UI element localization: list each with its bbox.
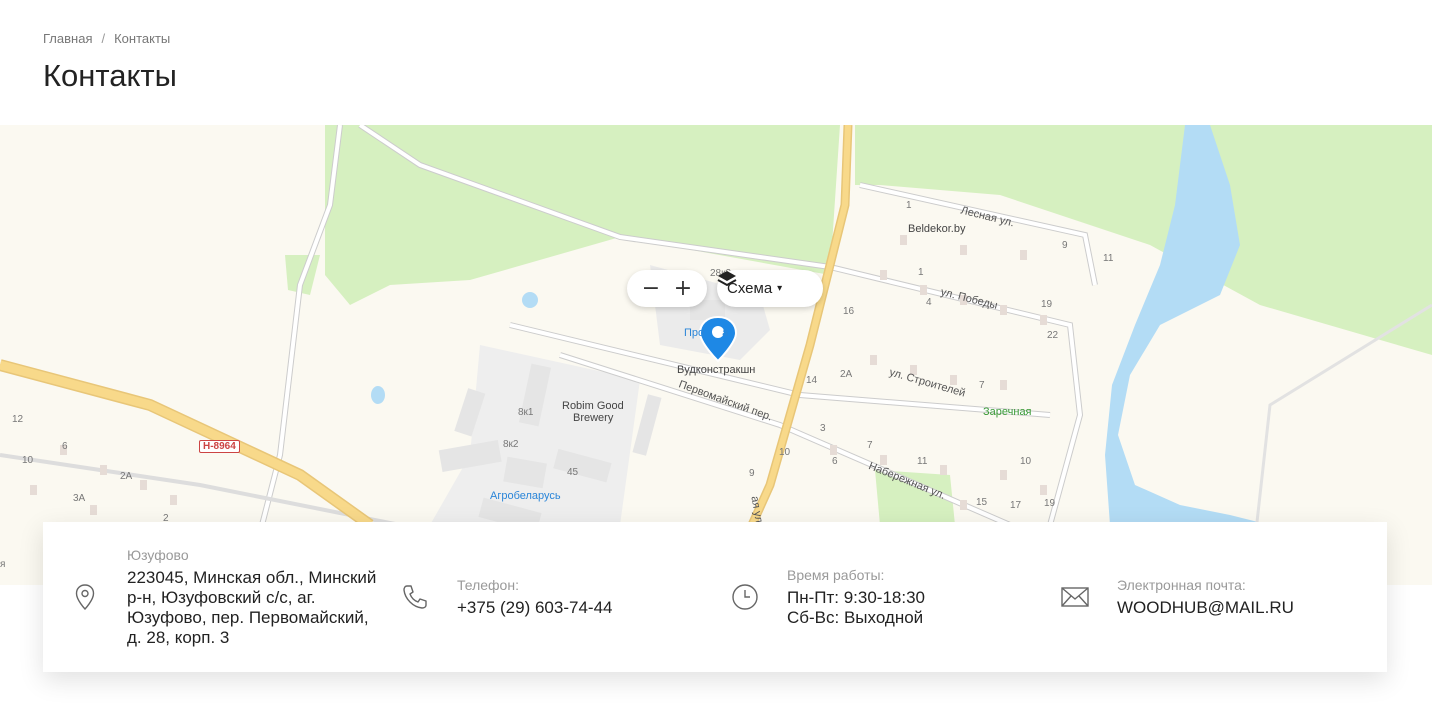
house-number: 1 — [906, 200, 912, 211]
layers-icon — [717, 271, 737, 287]
poi-beldekor[interactable]: Beldekor.by — [908, 223, 965, 235]
house-number: 6 — [832, 456, 838, 467]
email-label: Электронная почта: — [1117, 577, 1246, 593]
chevron-down-icon: ▾ — [777, 283, 783, 294]
clock-icon — [732, 584, 758, 610]
contact-info-card: Юзуфово 223045, Минская обл., Минский р-… — [43, 522, 1387, 672]
pond — [522, 292, 538, 308]
hours-weekdays: Пн-Пт: 9:30-18:30 — [787, 588, 926, 607]
house-number: 3 — [820, 423, 826, 434]
house-number: 19 — [1044, 498, 1056, 509]
breadcrumb-separator: / — [101, 31, 106, 46]
map[interactable]: Лесная ул. ул. Победы ул. Строителей Пер… — [0, 125, 1432, 585]
house-number: 2А — [120, 471, 133, 482]
house-number: 12 — [12, 414, 24, 425]
house-number: 6 — [62, 441, 68, 452]
poi-agrobelarus[interactable]: Агробеларусь — [490, 490, 561, 502]
breadcrumb: Главная / Контакты — [43, 31, 170, 46]
house-number: 19 — [1041, 299, 1053, 310]
house-number: 11 — [1103, 253, 1114, 264]
hours-block: Время работы: Пн-Пт: 9:30-18:30 Сб-Вс: В… — [703, 522, 1033, 672]
house-number: 45 — [567, 467, 579, 478]
house-number: 10 — [1020, 456, 1032, 467]
poi-woodconstruction[interactable]: Вудконстракшн — [677, 364, 755, 376]
house-number: 16 — [843, 306, 855, 317]
hours-weekend: Сб-Вс: Выходной — [787, 608, 924, 627]
highway — [0, 359, 374, 530]
house-number: 7 — [979, 380, 985, 391]
poi-robim-line1[interactable]: Robim Good — [562, 400, 624, 412]
phone-icon — [403, 585, 427, 609]
breadcrumb-home-link[interactable]: Главная — [43, 31, 92, 46]
poi-shop-label-start: Про — [684, 327, 705, 339]
house-number: 4 — [926, 297, 932, 308]
map-edge-label: я — [0, 559, 6, 570]
zoom-out-button[interactable]: − — [637, 274, 665, 304]
house-number: 22 — [1047, 330, 1059, 341]
address-value: 223045, Минская обл., Минский р-н, Юзуфо… — [127, 568, 377, 647]
envelope-icon — [1061, 587, 1089, 607]
house-number: 3А — [73, 493, 86, 504]
road — [0, 453, 401, 527]
phone-block: Телефон: +375 (29) 603-74-44 — [373, 522, 703, 672]
poi-shop[interactable]: Про а — [684, 327, 728, 339]
address-block: Юзуфово 223045, Минская обл., Минский р-… — [43, 522, 383, 672]
house-number: 2А — [840, 369, 853, 380]
email-block: Электронная почта: WOODHUB@MAIL.RU — [1033, 522, 1373, 672]
poi-shop-label-end: а — [722, 327, 729, 339]
road-badge: Н-8964 — [199, 440, 240, 453]
address-label: Юзуфово — [127, 547, 189, 563]
phone-label: Телефон: — [457, 577, 519, 593]
house-number: 9 — [1062, 240, 1068, 251]
zoom-in-button[interactable]: + — [669, 274, 697, 304]
phone-link[interactable]: +375 (29) 603-74-44 — [457, 598, 612, 618]
house-number: 8к2 — [503, 439, 519, 450]
map-canvas[interactable] — [0, 125, 1432, 585]
page-title: Контакты — [43, 58, 177, 93]
house-number: 11 — [917, 456, 928, 467]
house-number: 8к1 — [518, 407, 534, 418]
location-pin-icon — [75, 584, 95, 611]
house-number: 10 — [22, 455, 34, 466]
house-number: 15 — [976, 497, 988, 508]
house-number: 10 — [779, 447, 791, 458]
park-area — [0, 125, 320, 275]
pond — [371, 386, 385, 404]
poi-zarechnaya[interactable]: Заречная — [983, 406, 1032, 418]
email-link[interactable]: WOODHUB@MAIL.RU — [1117, 598, 1294, 618]
highway — [0, 360, 373, 529]
house-number: 14 — [806, 375, 818, 386]
map-layer-button[interactable]: Схема ▾ — [717, 270, 823, 307]
poi-robim-line2[interactable]: Brewery — [573, 412, 613, 424]
house-number: 17 — [1010, 500, 1022, 511]
breadcrumb-current: Контакты — [114, 31, 171, 46]
map-zoom-control: − + — [627, 270, 707, 307]
house-number: 9 — [749, 468, 755, 479]
house-number: 1 — [918, 267, 924, 278]
house-number: 7 — [867, 440, 873, 451]
hours-label: Время работы: — [787, 567, 885, 583]
